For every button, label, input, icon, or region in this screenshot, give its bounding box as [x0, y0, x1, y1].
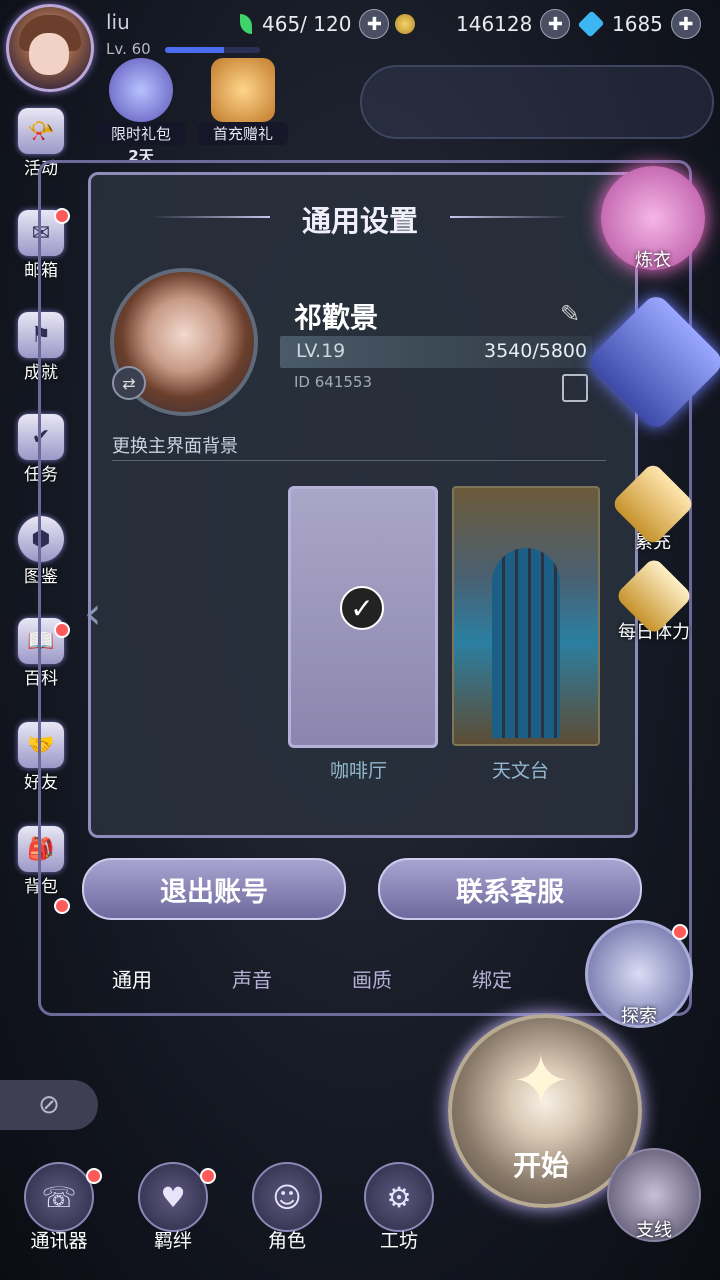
daily-stamina-button[interactable]: 每日体力: [606, 556, 702, 644]
player-name: liu: [106, 10, 130, 34]
limited-gift-pack[interactable]: 限时礼包 2天: [96, 58, 186, 165]
tab-sound[interactable]: 声音: [232, 964, 272, 993]
profile-id: ID 641553: [294, 373, 373, 391]
notification-badge: [672, 924, 688, 940]
dress-craft-label: 炼衣: [635, 250, 671, 271]
stamina-icon: [240, 14, 252, 34]
profile-level: LV.19: [296, 340, 346, 362]
tab-graphics[interactable]: 画质: [352, 964, 392, 993]
gem-icon: [577, 10, 605, 38]
horn-icon: 📯: [18, 108, 64, 154]
notification-badge: [86, 1168, 102, 1184]
add-gold-button[interactable]: ✚: [540, 9, 571, 39]
profile-exp: 3540/5800: [484, 340, 588, 362]
heart-icon: ♥: [138, 1162, 208, 1232]
section-divider: [112, 460, 606, 461]
nav-communicator[interactable]: ☏ 通讯器: [14, 1162, 104, 1253]
edit-name-icon[interactable]: ✎: [560, 300, 580, 328]
chevron-left-icon[interactable]: ‹: [84, 588, 102, 639]
notification-badge: [200, 1168, 216, 1184]
side-story-button[interactable]: 支线: [604, 1148, 704, 1242]
gold-value: 146128: [456, 12, 533, 36]
character-silhouette-icon: ☺: [252, 1162, 322, 1232]
background-label-cafe: 咖啡厅: [330, 760, 388, 782]
gear-icon: ⚙: [364, 1162, 434, 1232]
player-level: Lv. 60: [106, 40, 151, 58]
nav-label: 羁绊: [153, 1230, 192, 1252]
gift-box-icon: [211, 58, 275, 122]
player-avatar[interactable]: [6, 4, 94, 92]
compass-star-icon: ✦: [511, 1040, 571, 1122]
explore-label: 探索: [621, 1006, 657, 1027]
tab-general[interactable]: 通用: [112, 964, 152, 993]
gem-value: 1685: [612, 12, 663, 36]
dress-craft-button[interactable]: 炼衣: [590, 166, 716, 272]
nav-label: 工坊: [379, 1230, 418, 1252]
stamina-counter: 465/ 120 ✚: [240, 9, 416, 39]
background-section-label: 更换主界面背景: [112, 436, 238, 457]
nav-workshop[interactable]: ⚙ 工坊: [354, 1162, 444, 1253]
nav-characters[interactable]: ☺ 角色: [242, 1162, 332, 1253]
copy-id-icon[interactable]: [562, 374, 588, 402]
side-story-label: 支线: [636, 1220, 672, 1241]
contact-support-button[interactable]: 联系客服: [378, 858, 642, 920]
title-banner-ornament: [360, 65, 714, 139]
logout-button[interactable]: 退出账号: [82, 858, 346, 920]
profile-name: 祁歡景: [294, 301, 379, 334]
cumulative-recharge-button[interactable]: 累充: [608, 461, 698, 554]
shop-button[interactable]: 商城: [585, 291, 720, 433]
stamina-value: 465/ 120: [262, 12, 352, 36]
player-xp-bar: [165, 47, 260, 53]
add-stamina-button[interactable]: ✚: [359, 9, 390, 39]
selected-check-icon: ✓: [340, 586, 384, 630]
gift-clock-icon: [109, 58, 173, 122]
nav-label: 通讯器: [30, 1230, 88, 1252]
gold-counter: 146128 ✚: [456, 9, 571, 39]
first-recharge-label: 首充赠礼: [198, 122, 288, 145]
background-option-observatory[interactable]: [452, 486, 600, 746]
background-label-observatory: 天文台: [492, 760, 550, 782]
phone-card-icon: ☏: [24, 1162, 94, 1232]
tab-binding[interactable]: 绑定: [472, 964, 512, 993]
nav-label: 角色: [267, 1230, 306, 1252]
swap-avatar-icon[interactable]: ⇄: [112, 366, 146, 400]
explore-button[interactable]: 探索: [584, 920, 694, 1028]
gold-icon: [395, 14, 416, 34]
add-gem-button[interactable]: ✚: [670, 9, 701, 39]
limited-gift-label: 限时礼包: [96, 122, 186, 145]
hide-ui-eye-icon[interactable]: ⊘: [0, 1080, 98, 1130]
gem-counter: 1685 ✚: [577, 9, 701, 39]
first-recharge-gift[interactable]: 首充赠礼: [198, 58, 288, 158]
nav-bonds[interactable]: ♥ 羁绊: [128, 1162, 218, 1253]
